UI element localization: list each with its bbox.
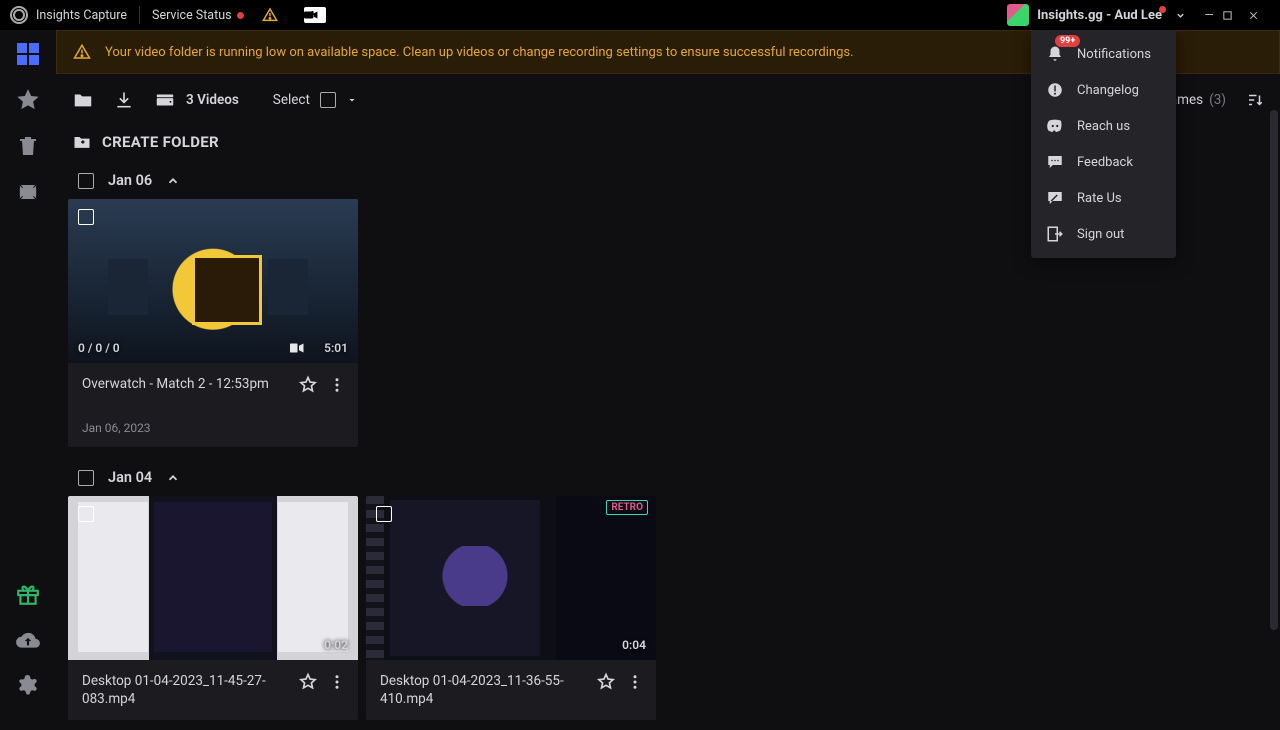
video-duration: 5:01 bbox=[324, 341, 348, 355]
sort-icon[interactable] bbox=[1246, 91, 1264, 109]
select-dropdown-icon[interactable] bbox=[346, 94, 358, 106]
sidebar-star-icon[interactable] bbox=[14, 86, 42, 114]
notification-badge: 99+ bbox=[1055, 35, 1080, 47]
titlebar: Insights Capture Service Status + Insigh… bbox=[0, 0, 1280, 30]
user-name[interactable]: Insights.gg - Aud Lee bbox=[1037, 8, 1162, 23]
chevron-down-icon[interactable] bbox=[1175, 10, 1186, 21]
video-thumbnail[interactable]: 0 / 0 / 0 5:01 bbox=[68, 199, 358, 363]
chevron-up-icon[interactable] bbox=[166, 174, 180, 188]
sidebar-library-icon[interactable] bbox=[14, 40, 42, 68]
group-checkbox[interactable] bbox=[78, 470, 94, 486]
more-icon[interactable] bbox=[328, 673, 346, 691]
menu-notifications[interactable]: Notifications bbox=[1031, 36, 1176, 72]
menu-changelog[interactable]: Changelog bbox=[1031, 72, 1176, 108]
changelog-icon bbox=[1045, 80, 1065, 100]
more-icon[interactable] bbox=[328, 376, 346, 394]
video-checkbox[interactable] bbox=[78, 209, 94, 225]
folder-icon[interactable] bbox=[72, 89, 94, 111]
download-icon[interactable] bbox=[114, 90, 134, 110]
sidebar-clips-icon[interactable] bbox=[14, 178, 42, 206]
date-group-header[interactable]: Jan 04 bbox=[56, 463, 1280, 492]
chevron-up-icon[interactable] bbox=[166, 471, 180, 485]
video-checkbox[interactable] bbox=[78, 506, 94, 522]
rate-icon bbox=[1045, 188, 1065, 208]
star-icon[interactable] bbox=[596, 672, 616, 692]
warning-icon[interactable] bbox=[262, 7, 278, 23]
video-title: Desktop 01-04-2023_11-45-27-083.mp4 bbox=[82, 672, 290, 708]
group-date: Jan 04 bbox=[108, 469, 152, 486]
sidebar-gift-icon[interactable] bbox=[14, 580, 42, 608]
video-title: Overwatch - Match 2 - 12:53pm bbox=[82, 375, 290, 411]
app-name: Insights Capture bbox=[36, 8, 127, 23]
video-card[interactable]: RETRO 0:04 Desktop 01-04-2023_11-36-55-4… bbox=[366, 496, 656, 720]
user-dropdown: 99+ Notifications Changelog Reach us Fee… bbox=[1031, 30, 1176, 258]
video-thumbnail[interactable]: RETRO 0:04 bbox=[366, 496, 656, 660]
star-icon[interactable] bbox=[298, 672, 318, 692]
clip-indicator-icon bbox=[290, 341, 308, 355]
sidebar-trash-icon[interactable] bbox=[14, 132, 42, 160]
video-date: Jan 06, 2023 bbox=[82, 421, 346, 435]
drive-icon[interactable]: 3 Videos bbox=[154, 89, 239, 111]
video-duration: 0:02 bbox=[324, 638, 348, 652]
create-folder-icon bbox=[72, 132, 92, 152]
avatar[interactable] bbox=[1007, 4, 1029, 26]
group-date: Jan 06 bbox=[108, 172, 152, 189]
menu-feedback[interactable]: Feedback bbox=[1031, 144, 1176, 180]
video-checkbox[interactable] bbox=[376, 506, 392, 522]
video-card[interactable]: 0:02 Desktop 01-04-2023_11-45-27-083.mp4 bbox=[68, 496, 358, 720]
banner-text: Your video folder is running low on avai… bbox=[105, 45, 854, 60]
maximize-button[interactable] bbox=[1222, 10, 1248, 21]
sidebar-settings-icon[interactable] bbox=[14, 672, 42, 700]
video-duration: 0:04 bbox=[622, 638, 646, 652]
video-stats: 0 / 0 / 0 bbox=[78, 341, 120, 355]
select-all-checkbox[interactable] bbox=[320, 92, 336, 108]
discord-icon bbox=[1045, 116, 1065, 136]
bell-icon bbox=[1045, 44, 1065, 64]
close-button[interactable] bbox=[1248, 10, 1274, 21]
group-checkbox[interactable] bbox=[78, 173, 94, 189]
more-icon[interactable] bbox=[626, 673, 644, 691]
status-dot-icon bbox=[237, 12, 244, 19]
feedback-icon bbox=[1045, 152, 1065, 172]
video-count: 3 Videos bbox=[186, 92, 239, 108]
sidebar bbox=[0, 30, 56, 730]
sign-out-icon bbox=[1045, 224, 1065, 244]
user-status-dot-icon bbox=[1159, 6, 1166, 13]
star-icon[interactable] bbox=[298, 375, 318, 395]
select-label: Select bbox=[273, 92, 310, 108]
service-status-label[interactable]: Service Status bbox=[152, 8, 232, 23]
record-icon[interactable]: + bbox=[304, 7, 326, 23]
video-card[interactable]: 0 / 0 / 0 5:01 Overwatch - Match 2 - 12:… bbox=[68, 199, 358, 447]
warning-icon bbox=[73, 43, 91, 61]
menu-sign-out[interactable]: Sign out bbox=[1031, 216, 1176, 252]
video-thumbnail[interactable]: 0:02 bbox=[68, 496, 358, 660]
scrollbar[interactable] bbox=[1270, 110, 1278, 630]
games-count: (3) bbox=[1209, 92, 1226, 108]
sidebar-upload-icon[interactable] bbox=[14, 626, 42, 654]
menu-reach-us[interactable]: Reach us bbox=[1031, 108, 1176, 144]
app-logo-icon bbox=[10, 6, 28, 24]
minimize-button[interactable]: — bbox=[1196, 8, 1222, 22]
video-title: Desktop 01-04-2023_11-36-55-410.mp4 bbox=[380, 672, 588, 708]
menu-rate-us[interactable]: Rate Us bbox=[1031, 180, 1176, 216]
